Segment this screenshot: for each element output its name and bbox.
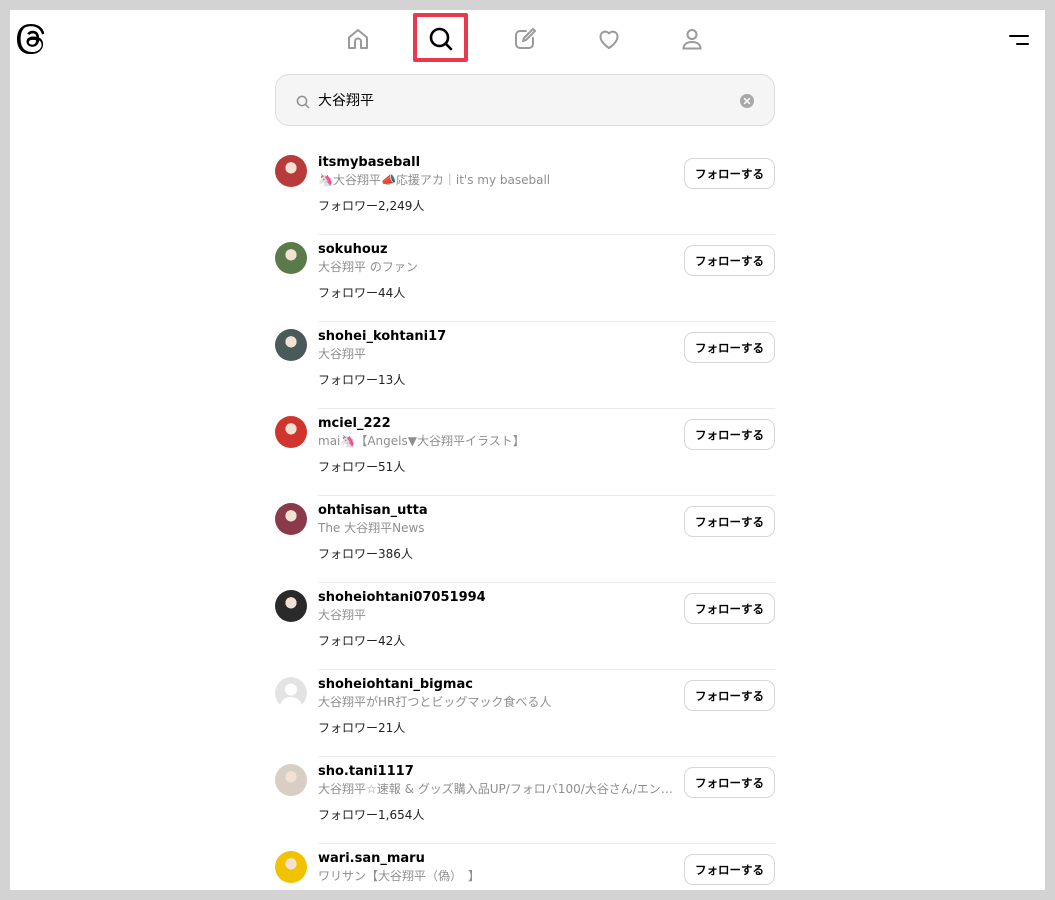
- avatar[interactable]: [275, 503, 307, 535]
- avatar[interactable]: [275, 590, 307, 622]
- user-result-row[interactable]: sho.tani1117 大谷翔平☆速報 & グッズ購入品UP/フォロバ100/…: [275, 757, 775, 844]
- user-info: mciel_222 mai🦄【Angels▼大谷翔平イラスト】 フォロワー51人: [318, 416, 678, 475]
- follow-button[interactable]: フォローする: [684, 506, 775, 537]
- user-bio: ワリサン【大谷翔平（偽） 】: [318, 869, 481, 883]
- user-info: shoheiohtani07051994 大谷翔平 フォロワー42人: [318, 590, 678, 649]
- username[interactable]: mciel_222: [318, 416, 678, 432]
- follow-button[interactable]: フォローする: [684, 245, 775, 276]
- user-bio: 大谷翔平: [318, 347, 367, 361]
- default-avatar-icon[interactable]: [275, 677, 307, 709]
- user-bio: The 大谷翔平News: [318, 521, 425, 535]
- follower-count: フォロワー21人: [318, 721, 406, 735]
- user-info: wari.san_maru ワリサン【大谷翔平（偽） 】: [318, 851, 678, 885]
- user-bio: mai🦄【Angels▼大谷翔平イラスト】: [318, 434, 525, 448]
- username[interactable]: ohtahisan_utta: [318, 503, 678, 519]
- user-bio: 大谷翔平: [318, 608, 367, 622]
- threads-page: itsmybaseball 🦄大谷翔平📣応援アカ｜it's my basebal…: [10, 10, 1045, 890]
- follow-button[interactable]: フォローする: [684, 680, 775, 711]
- follower-count: フォロワー42人: [318, 634, 406, 648]
- username[interactable]: shoheiohtani_bigmac: [318, 677, 678, 693]
- user-result-row[interactable]: shoheiohtani_bigmac 大谷翔平がHR打つとビッグマック食べる人…: [275, 670, 775, 757]
- user-result-row[interactable]: mciel_222 mai🦄【Angels▼大谷翔平イラスト】 フォロワー51人…: [275, 409, 775, 496]
- avatar[interactable]: [275, 242, 307, 274]
- avatar[interactable]: [275, 329, 307, 361]
- user-result-row[interactable]: wari.san_maru ワリサン【大谷翔平（偽） 】 フォローする: [275, 844, 775, 890]
- follower-count: フォロワー51人: [318, 460, 406, 474]
- user-result-row[interactable]: shohei_kohtani17 大谷翔平 フォロワー13人 フォローする: [275, 322, 775, 409]
- search-icon: [296, 94, 310, 113]
- top-navigation: [10, 10, 1045, 70]
- heart-icon[interactable]: [589, 24, 629, 54]
- user-info: itsmybaseball 🦄大谷翔平📣応援アカ｜it's my basebal…: [318, 155, 678, 214]
- follow-button[interactable]: フォローする: [684, 419, 775, 450]
- follower-count: フォロワー44人: [318, 286, 406, 300]
- user-bio: 大谷翔平☆速報 & グッズ購入品UP/フォロバ100/大谷さん/エンゼルス: [318, 782, 678, 796]
- username[interactable]: shohei_kohtani17: [318, 329, 678, 345]
- user-info: shoheiohtani_bigmac 大谷翔平がHR打つとビッグマック食べる人…: [318, 677, 678, 736]
- search-bar: [275, 74, 775, 126]
- user-info: ohtahisan_utta The 大谷翔平News フォロワー386人: [318, 503, 678, 562]
- user-bio: 大谷翔平がHR打つとビッグマック食べる人: [318, 695, 552, 709]
- user-info: sokuhouz 大谷翔平 のファン フォロワー44人: [318, 242, 678, 301]
- follow-button[interactable]: フォローする: [684, 854, 775, 885]
- user-result-row[interactable]: shoheiohtani07051994 大谷翔平 フォロワー42人 フォローす…: [275, 583, 775, 670]
- menu-icon[interactable]: [1009, 32, 1029, 46]
- user-bio: 🦄大谷翔平📣応援アカ｜it's my baseball: [318, 173, 551, 187]
- home-icon[interactable]: [338, 24, 378, 54]
- user-result-row[interactable]: ohtahisan_utta The 大谷翔平News フォロワー386人 フォ…: [275, 496, 775, 583]
- user-bio: 大谷翔平 のファン: [318, 260, 418, 274]
- user-result-row[interactable]: sokuhouz 大谷翔平 のファン フォロワー44人 フォローする: [275, 235, 775, 322]
- clear-search-icon[interactable]: [740, 94, 754, 108]
- follow-button[interactable]: フォローする: [684, 767, 775, 798]
- search-results-list: itsmybaseball 🦄大谷翔平📣応援アカ｜it's my basebal…: [275, 148, 775, 890]
- search-highlight-box: [413, 13, 468, 62]
- follow-button[interactable]: フォローする: [684, 158, 775, 189]
- profile-icon[interactable]: [672, 24, 712, 54]
- avatar[interactable]: [275, 155, 307, 187]
- user-info: shohei_kohtani17 大谷翔平 フォロワー13人: [318, 329, 678, 388]
- username[interactable]: itsmybaseball: [318, 155, 678, 171]
- compose-icon[interactable]: [505, 24, 545, 54]
- follow-button[interactable]: フォローする: [684, 332, 775, 363]
- follow-button[interactable]: フォローする: [684, 593, 775, 624]
- follower-count: フォロワー386人: [318, 547, 413, 561]
- follower-count: フォロワー2,249人: [318, 199, 425, 213]
- username[interactable]: sho.tani1117: [318, 764, 678, 780]
- user-result-row[interactable]: itsmybaseball 🦄大谷翔平📣応援アカ｜it's my basebal…: [275, 148, 775, 235]
- avatar[interactable]: [275, 851, 307, 883]
- username[interactable]: sokuhouz: [318, 242, 678, 258]
- username[interactable]: shoheiohtani07051994: [318, 590, 678, 606]
- follower-count: フォロワー1,654人: [318, 808, 425, 822]
- avatar[interactable]: [275, 416, 307, 448]
- username[interactable]: wari.san_maru: [318, 851, 678, 867]
- follower-count: フォロワー13人: [318, 373, 406, 387]
- search-input[interactable]: [318, 88, 718, 112]
- avatar[interactable]: [275, 764, 307, 796]
- user-info: sho.tani1117 大谷翔平☆速報 & グッズ購入品UP/フォロバ100/…: [318, 764, 678, 823]
